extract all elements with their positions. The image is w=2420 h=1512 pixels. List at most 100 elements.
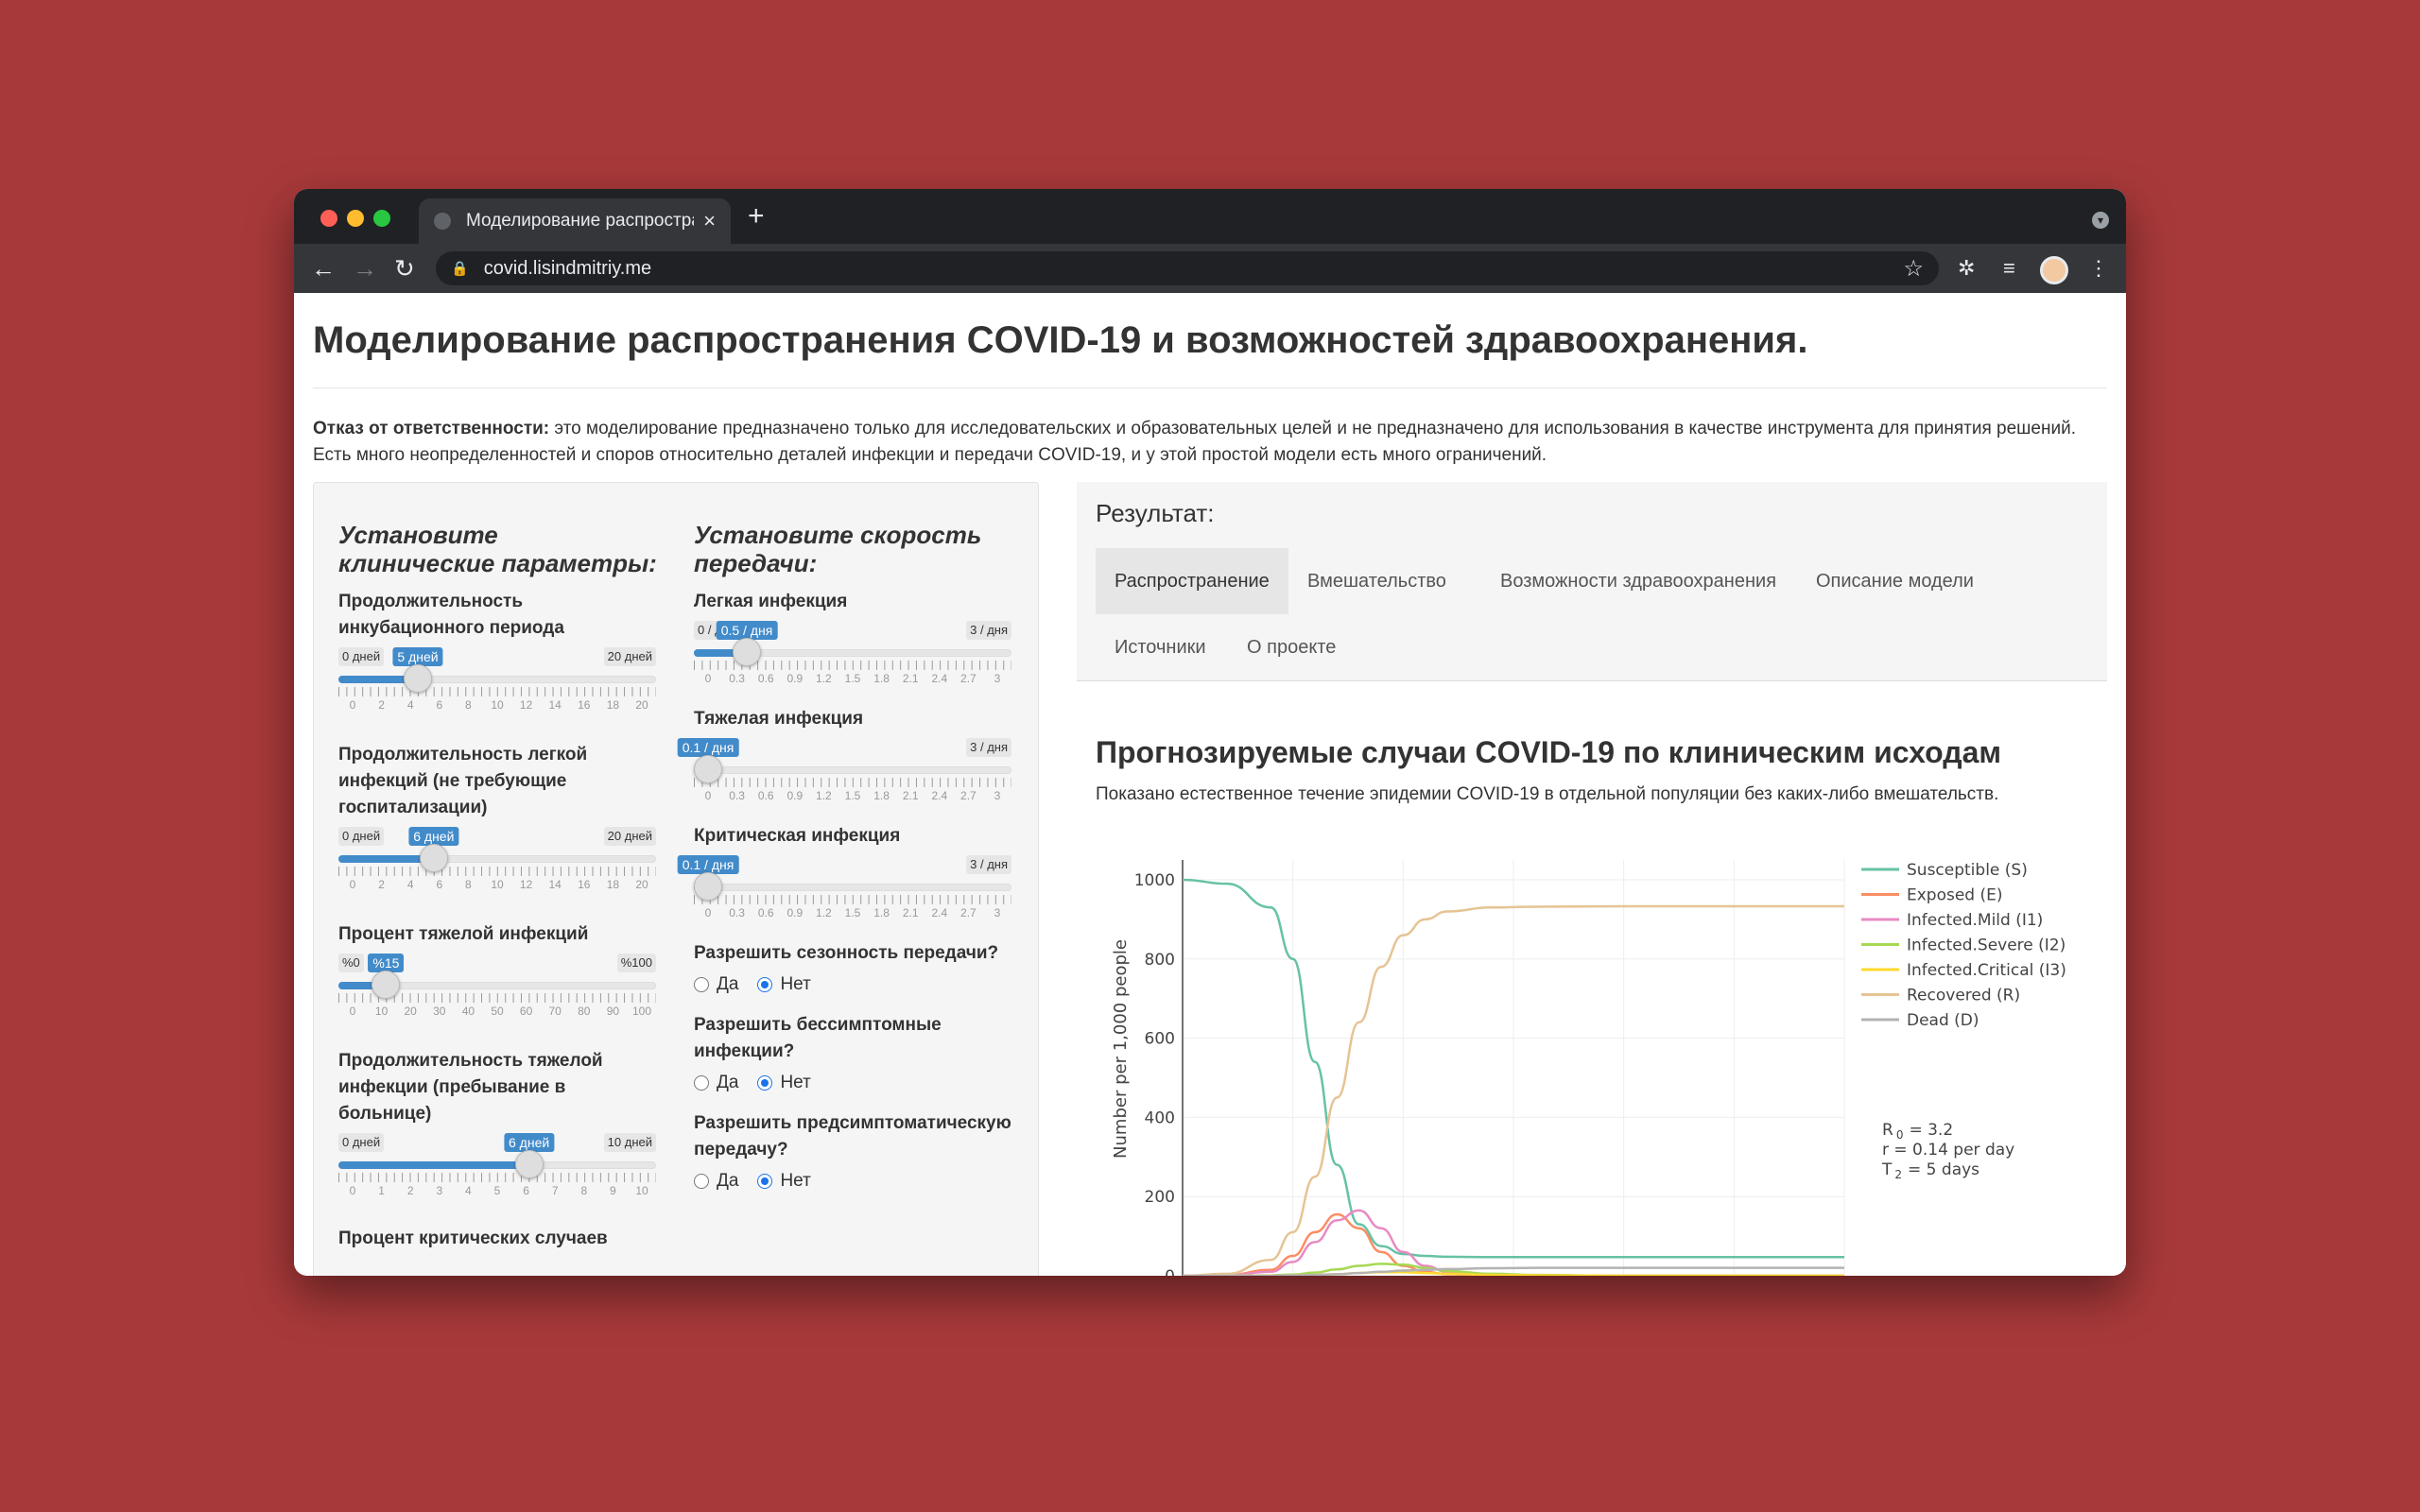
severe-transmission-slider[interactable]: 0 / дня3 / дня00.30.60.91.21.51.82.12.42… <box>677 732 1011 810</box>
incubation-slider[interactable]: 0 дней 20 дней 0 2 4 6 8 10 12 14 16 18 20 5 дней <box>338 642 656 719</box>
slider-tick-label: 1.2 <box>816 789 832 802</box>
slider-tick-label: 6 <box>436 878 443 891</box>
tab-spread[interactable]: Распространение <box>1096 548 1288 614</box>
mild-infection-label: Легкая инфекция <box>694 592 848 611</box>
slider-min-label: 0 дней <box>338 647 385 666</box>
presymptomatic-label: Разрешить предсимптоматическую передачу? <box>694 1113 1011 1160</box>
slider-max-label: 3 / дня <box>966 738 1011 757</box>
url-text: covid.lisindmitriy.me <box>483 257 652 279</box>
slider-handle[interactable] <box>419 844 448 872</box>
slider-tick-label: 1.2 <box>816 906 832 919</box>
severe-duration-label: Продолжительность тяжелой инфекции (преб… <box>338 1051 603 1124</box>
seasonality-no-radio[interactable] <box>757 977 773 992</box>
slider-tick-label: 6 <box>436 698 443 712</box>
slider-tick-label: 14 <box>548 878 562 891</box>
slider-handle[interactable] <box>694 872 722 901</box>
slider-tick-label: 6 <box>523 1184 529 1197</box>
close-window-button[interactable] <box>320 210 337 227</box>
bookmark-star-icon[interactable]: ☆ <box>1903 255 1924 283</box>
slider-value-label: %15 <box>368 954 405 972</box>
slider-ticks <box>338 687 656 696</box>
slider-tick-label: 10 <box>374 1005 389 1018</box>
slider-tick-label: 80 <box>578 1005 591 1018</box>
slider-tick-label: 18 <box>606 878 620 891</box>
seasonality-yes-radio[interactable] <box>694 977 709 992</box>
asymptomatic-no-radio[interactable] <box>757 1075 773 1091</box>
incubation-label: Продолжительность инкубационного периода <box>338 592 564 638</box>
slider-tick-label: 0.3 <box>729 672 745 685</box>
presymptomatic-no-radio[interactable] <box>757 1174 773 1189</box>
slider-tick-label: 1.8 <box>873 789 890 802</box>
tab-about[interactable]: О проекте <box>1228 614 1355 680</box>
slider-value-label: 6 дней <box>408 827 459 846</box>
transmission-column: Установите скорость передачи: Легкая инф… <box>677 521 1015 1209</box>
mild-duration-slider[interactable]: 0 дней 20 дней 0 2 4 6 8 10 12 14 16 18 20 6 дней <box>338 821 656 899</box>
severe-duration-slider[interactable]: 0 дней 10 дней 0 1 2 3 4 5 6 7 8 9 10 6 дней <box>338 1127 656 1205</box>
presymptomatic-radio-group: Да Нет <box>694 1167 1015 1195</box>
tab-healthcare-capacity[interactable]: Возможности здравоохранения <box>1481 548 1795 614</box>
asymptomatic-yes-radio[interactable] <box>694 1075 709 1091</box>
browser-tab[interactable]: Моделирование распространения COVID-19 × <box>419 198 731 244</box>
disclaimer: Отказ от ответственности: это моделирова… <box>313 416 2090 469</box>
slider-tick-label: 0 <box>704 789 712 802</box>
slider-tick-label: 0 <box>349 1184 356 1197</box>
slider-handle[interactable] <box>733 638 761 666</box>
tab-model-description[interactable]: Описание модели <box>1797 548 1993 614</box>
critical-transmission-slider[interactable]: 0 / дня3 / дня00.30.60.91.21.51.82.12.42… <box>677 850 1011 927</box>
slider-ticks <box>338 1173 656 1182</box>
severe-percent-slider[interactable]: %0 %100 0 10 20 30 40 50 60 70 80 90 100 %15 <box>338 948 656 1025</box>
slider-tick-label: 4 <box>465 1184 472 1197</box>
slider-tick-label: 60 <box>519 1005 533 1018</box>
slider-tick-label: 0 <box>704 906 712 919</box>
forward-arrow-icon[interactable]: → <box>353 253 377 284</box>
minimize-window-button[interactable] <box>347 210 364 227</box>
page-title: Моделирование распространения COVID-19 и… <box>313 319 1808 361</box>
slider-value-label: 0.1 / дня <box>677 738 739 757</box>
maximize-window-button[interactable] <box>373 210 390 227</box>
mild-transmission-slider[interactable]: 0 / дня3 / дня00.30.60.91.21.51.82.12.42… <box>694 615 1011 693</box>
close-tab-icon[interactable]: × <box>703 209 716 233</box>
seasonality-radio-group: Да Нет <box>694 971 1015 999</box>
legend-label: Infected.Critical (I3) <box>1907 961 2066 980</box>
chart-svg: 0 200 400 600 800 1000 Number per 1,000 people… <box>1111 860 2066 1276</box>
tab-intervention[interactable]: Вмешательство <box>1288 548 1465 614</box>
slider-max-label: %100 <box>616 954 656 972</box>
back-arrow-icon[interactable]: ← <box>311 253 336 284</box>
kebab-menu-icon[interactable]: ⋮ <box>2088 255 2109 282</box>
slider-tick-label: 0 <box>704 672 712 685</box>
slider-tick-label: 1.5 <box>844 906 861 919</box>
slider-value-label: 5 дней <box>392 647 443 666</box>
slider-handle[interactable] <box>694 755 722 783</box>
tab-bar: Моделирование распространения COVID-19 ×… <box>294 189 2126 244</box>
severe-percent-label: Процент тяжелой инфекций <box>338 924 589 944</box>
slider-handle[interactable] <box>514 1150 544 1178</box>
slider-min-label: 0 дней <box>338 827 385 846</box>
slider-handle[interactable] <box>372 971 401 999</box>
tab-search-icon[interactable]: ▾ <box>2092 212 2109 229</box>
y-tick-label: 800 <box>1145 951 1175 970</box>
media-controls-icon[interactable]: ≡ <box>2003 255 2015 282</box>
slider-tick-label: 7 <box>551 1184 559 1197</box>
y-tick-label: 0 <box>1165 1267 1175 1276</box>
reload-icon[interactable]: ↻ <box>394 253 415 284</box>
new-tab-button[interactable]: + <box>748 202 765 231</box>
slider-tick-label: 1.5 <box>844 789 861 802</box>
slider-value-label: 0.1 / дня <box>677 855 739 874</box>
slider-tick-label: 4 <box>406 698 414 712</box>
slider-tick-label: 0 <box>349 698 356 712</box>
critical-infection-label: Критическая инфекция <box>694 826 901 846</box>
slider-tick-label: 0.9 <box>786 906 804 919</box>
address-bar[interactable]: 🔒 covid.lisindmitriy.me ☆ <box>436 251 1939 285</box>
slider-tick-label: 14 <box>548 698 562 712</box>
extensions-icon[interactable]: ✲ <box>1958 255 1975 282</box>
tab-sources[interactable]: Источники <box>1096 614 1225 680</box>
slider-tick-label: 8 <box>580 1184 588 1197</box>
slider-tick-label: 12 <box>519 878 533 891</box>
slider-tick-label: 16 <box>578 698 591 712</box>
slider-tick-label: 2.1 <box>902 672 919 685</box>
slider-tick-label: 2.7 <box>960 789 977 802</box>
presymptomatic-yes-radio[interactable] <box>694 1174 709 1189</box>
chart-subtitle: Показано естественное течение эпидемии C… <box>1096 784 1999 804</box>
slider-handle[interactable] <box>404 664 432 693</box>
profile-avatar[interactable] <box>2040 256 2068 284</box>
